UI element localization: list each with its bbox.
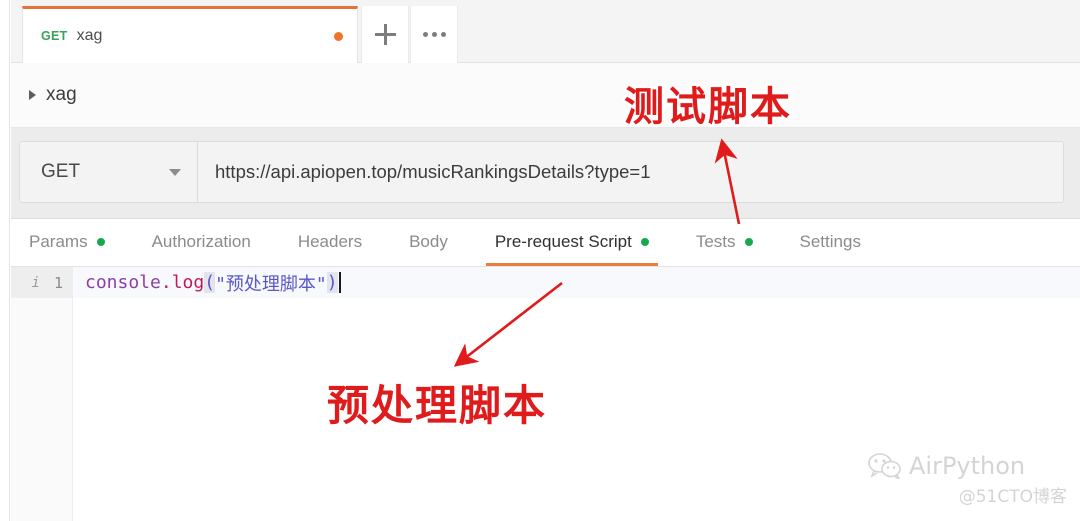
http-method-select[interactable]: GET [20,142,198,202]
tab-params-dot-icon [96,237,105,246]
postman-window: GET xag xag GET https://api.apiopen.top/… [0,0,1080,521]
request-section-tabs: Params Authorization Headers Body Pre-re… [11,219,1080,267]
more-tabs-button[interactable] [410,6,458,63]
window-left-edge [0,0,10,521]
url-field: GET https://api.apiopen.top/musicRanking… [19,141,1064,203]
editor-code-area[interactable]: console .log("预处理脚本") [73,267,1080,521]
ellipsis-icon [422,32,446,37]
tab-pre-request-script-dot-icon [640,237,649,246]
tab-tests-dot-icon [744,237,753,246]
tab-headers-label: Headers [297,231,363,251]
request-tab-xag[interactable]: GET xag [22,6,358,63]
script-code-editor[interactable]: i 1 console .log("预处理脚本") [11,267,1080,521]
line-number: 1 [53,273,63,292]
tab-params-label: Params [29,231,88,251]
tab-body[interactable]: Body [409,219,448,266]
tab-settings-label: Settings [799,231,861,251]
info-icon[interactable]: i [32,275,40,291]
http-method-label: GET [41,161,81,182]
tab-headers[interactable]: Headers [298,219,362,266]
request-tab-label: xag [76,27,103,44]
breadcrumb[interactable]: xag [11,63,1080,128]
code-token-close-paren: ) [326,272,338,293]
tab-authorization-label: Authorization [151,231,251,251]
editor-gutter: i 1 [11,267,73,521]
code-token-open-paren: ( [204,272,216,293]
breadcrumb-label: xag [46,84,77,105]
tab-tests-label: Tests [695,231,736,251]
tab-body-label: Body [409,231,448,251]
tab-tests[interactable]: Tests [696,219,753,266]
text-cursor [338,272,341,293]
tab-authorization[interactable]: Authorization [152,219,251,266]
tab-pre-request-script-label: Pre-request Script [494,231,632,251]
code-token-string: "预处理脚本" [215,273,327,295]
request-tab-strip: GET xag [11,0,1080,63]
editor-gutter-line-1: i 1 [11,267,72,298]
url-bar-row: GET https://api.apiopen.top/musicRanking… [11,128,1080,219]
chevron-down-icon[interactable] [169,168,181,176]
request-tab-method: GET [41,29,68,43]
add-tab-button[interactable] [361,6,409,63]
tab-params[interactable]: Params [29,219,105,266]
unsaved-dot-icon [334,31,343,41]
chevron-right-icon[interactable] [29,90,36,100]
plus-icon [374,24,396,45]
code-line-1[interactable]: console .log("预处理脚本") [73,267,1080,298]
tab-settings[interactable]: Settings [800,219,861,266]
url-input[interactable]: https://api.apiopen.top/musicRankingsDet… [198,142,1063,202]
code-token-object: console [85,272,161,293]
code-token-property: .log [160,272,205,293]
tab-pre-request-script[interactable]: Pre-request Script [485,219,658,266]
